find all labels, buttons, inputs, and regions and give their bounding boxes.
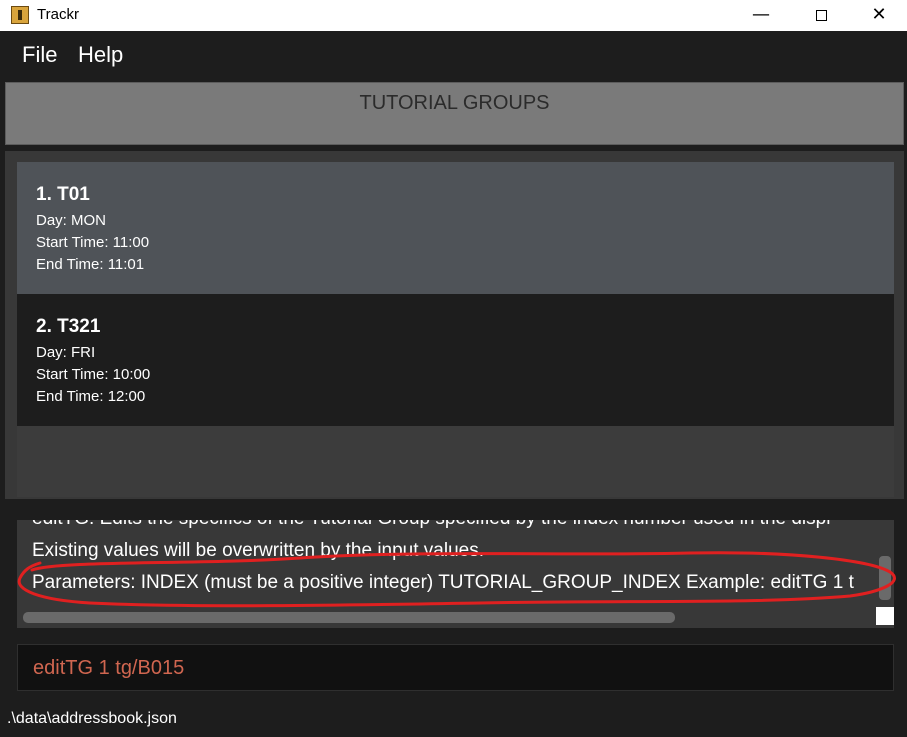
status-bar: .\data\addressbook.json <box>0 700 907 737</box>
command-input-text: editTG 1 tg/B015 <box>33 657 185 679</box>
scrollbar-corner <box>876 607 894 625</box>
maximize-icon <box>815 9 827 21</box>
list-header-title: TUTORIAL GROUPS <box>359 92 550 114</box>
title-bar: Trackr — ✕ <box>0 0 907 31</box>
group-name: 1. T01 <box>36 184 90 205</box>
result-line: editTG: Edits the specifics of the Tutor… <box>32 520 830 530</box>
vertical-scrollbar-thumb[interactable] <box>879 556 891 600</box>
list-header: TUTORIAL GROUPS <box>5 82 904 145</box>
empty-list-row <box>17 426 894 497</box>
list-item[interactable]: 2. T321 Day: FRI Start Time: 10:00 End T… <box>17 294 894 426</box>
list-item[interactable]: 1. T01 Day: MON Start Time: 11:00 End Ti… <box>17 162 894 294</box>
menu-file[interactable]: File <box>22 42 57 68</box>
app-icon <box>11 6 29 24</box>
close-button[interactable]: ✕ <box>849 0 907 31</box>
window-title: Trackr <box>37 6 79 23</box>
group-name: 2. T321 <box>36 316 101 337</box>
menu-bar: File Help <box>0 31 907 79</box>
group-day: Day: MON <box>36 212 107 229</box>
menu-help[interactable]: Help <box>78 42 123 68</box>
group-day: Day: FRI <box>36 344 96 361</box>
result-line: Parameters: INDEX (must be a positive in… <box>32 572 854 593</box>
group-end-time: End Time: 11:01 <box>36 256 145 273</box>
minimize-button[interactable]: — <box>731 0 791 31</box>
maximize-button[interactable] <box>791 0 851 31</box>
result-line: Existing values will be overwritten by t… <box>32 540 485 561</box>
save-location: .\data\addressbook.json <box>7 710 177 727</box>
horizontal-scrollbar-thumb[interactable] <box>23 612 675 623</box>
group-start-time: Start Time: 11:00 <box>36 234 150 251</box>
tutorial-group-list: 1. T01 Day: MON Start Time: 11:00 End Ti… <box>5 151 904 499</box>
result-display[interactable]: editTG: Edits the specifics of the Tutor… <box>17 520 894 628</box>
group-end-time: End Time: 12:00 <box>36 388 146 405</box>
group-start-time: Start Time: 10:00 <box>36 366 151 383</box>
command-input[interactable]: editTG 1 tg/B015 <box>17 644 894 691</box>
